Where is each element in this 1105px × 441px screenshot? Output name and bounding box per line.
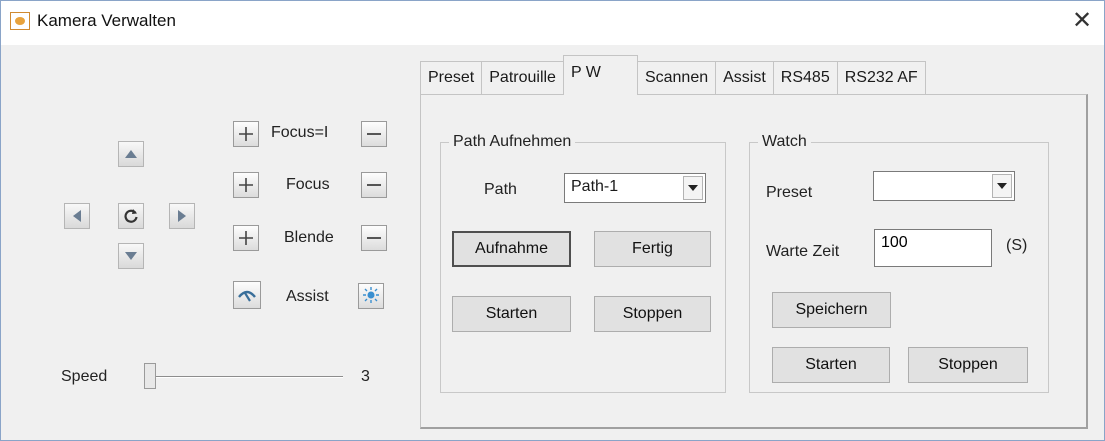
path-label: Path bbox=[484, 181, 517, 198]
watch-save-button[interactable]: Speichern bbox=[772, 292, 891, 328]
watch-start-button[interactable]: Starten bbox=[772, 347, 890, 383]
focus-minus-button[interactable] bbox=[361, 172, 387, 198]
tab-scannen[interactable]: Scannen bbox=[636, 61, 717, 95]
close-icon[interactable]: ✕ bbox=[1068, 7, 1096, 35]
record-button[interactable]: Aufnahme bbox=[452, 231, 571, 267]
pan-right-button[interactable] bbox=[169, 203, 195, 229]
arrow-down-icon bbox=[125, 252, 137, 260]
wiper-button[interactable] bbox=[233, 281, 261, 309]
chevron-down-icon[interactable] bbox=[992, 174, 1012, 198]
wait-time-unit: (S) bbox=[1006, 237, 1028, 254]
speed-slider-thumb[interactable] bbox=[144, 363, 156, 389]
pan-down-button[interactable] bbox=[118, 243, 144, 269]
watch-preset-label: Preset bbox=[766, 184, 813, 201]
title-bar: Kamera Verwalten ✕ bbox=[1, 1, 1104, 45]
camera-manage-window: Kamera Verwalten ✕ Focus=I Focus Blende bbox=[0, 0, 1105, 441]
pan-up-button[interactable] bbox=[118, 141, 144, 167]
watch-legend: Watch bbox=[762, 133, 807, 150]
tab-assist[interactable]: Assist bbox=[715, 61, 774, 95]
tab-rs232-af[interactable]: RS232 AF bbox=[836, 61, 926, 95]
focus-near-plus-button[interactable] bbox=[233, 121, 259, 147]
watch-stop-button[interactable]: Stoppen bbox=[908, 347, 1028, 383]
home-button[interactable] bbox=[118, 203, 144, 229]
focus-near-label: Focus=I bbox=[271, 124, 329, 141]
path-select-value: Path-1 bbox=[571, 178, 619, 195]
iris-plus-button[interactable] bbox=[233, 225, 259, 251]
pan-left-button[interactable] bbox=[64, 203, 90, 229]
path-record-legend: Path Aufnehmen bbox=[453, 133, 572, 150]
speed-slider-track[interactable] bbox=[151, 376, 343, 378]
iris-label: Blende bbox=[284, 229, 334, 246]
chevron-down-icon[interactable] bbox=[683, 176, 703, 200]
app-icon bbox=[10, 12, 30, 30]
window-title: Kamera Verwalten bbox=[37, 11, 176, 30]
done-button[interactable]: Fertig bbox=[594, 231, 711, 267]
minus-icon bbox=[367, 184, 381, 186]
assist-label: Assist bbox=[286, 288, 329, 305]
plus-icon bbox=[239, 178, 253, 192]
refresh-icon bbox=[124, 209, 138, 223]
arrow-right-icon bbox=[178, 210, 186, 222]
iris-minus-button[interactable] bbox=[361, 225, 387, 251]
wiper-icon bbox=[238, 290, 256, 302]
light-button[interactable] bbox=[358, 283, 384, 309]
wait-time-label: Warte Zeit bbox=[766, 243, 840, 260]
plus-icon bbox=[239, 127, 253, 141]
tab-rs485[interactable]: RS485 bbox=[772, 61, 838, 95]
arrow-up-icon bbox=[125, 150, 137, 158]
tab-patrouille[interactable]: Patrouille bbox=[481, 61, 564, 95]
path-select[interactable]: Path-1 bbox=[564, 173, 706, 203]
watch-preset-select[interactable] bbox=[873, 171, 1015, 201]
wait-time-input[interactable] bbox=[874, 229, 992, 267]
minus-icon bbox=[367, 133, 381, 135]
focus-near-minus-button[interactable] bbox=[361, 121, 387, 147]
tab-strip: Preset Patrouille P W Scannen Assist RS4… bbox=[420, 55, 926, 95]
speed-value: 3 bbox=[361, 368, 370, 385]
speed-label: Speed bbox=[61, 368, 108, 385]
focus-label: Focus bbox=[286, 176, 330, 193]
focus-plus-button[interactable] bbox=[233, 172, 259, 198]
tab-preset[interactable]: Preset bbox=[420, 61, 483, 95]
path-stop-button[interactable]: Stoppen bbox=[594, 296, 711, 332]
minus-icon bbox=[367, 237, 381, 239]
light-icon bbox=[363, 287, 379, 303]
tab-pw[interactable]: P W bbox=[562, 55, 638, 95]
plus-icon bbox=[239, 231, 253, 245]
arrow-left-icon bbox=[73, 210, 81, 222]
path-start-button[interactable]: Starten bbox=[452, 296, 571, 332]
